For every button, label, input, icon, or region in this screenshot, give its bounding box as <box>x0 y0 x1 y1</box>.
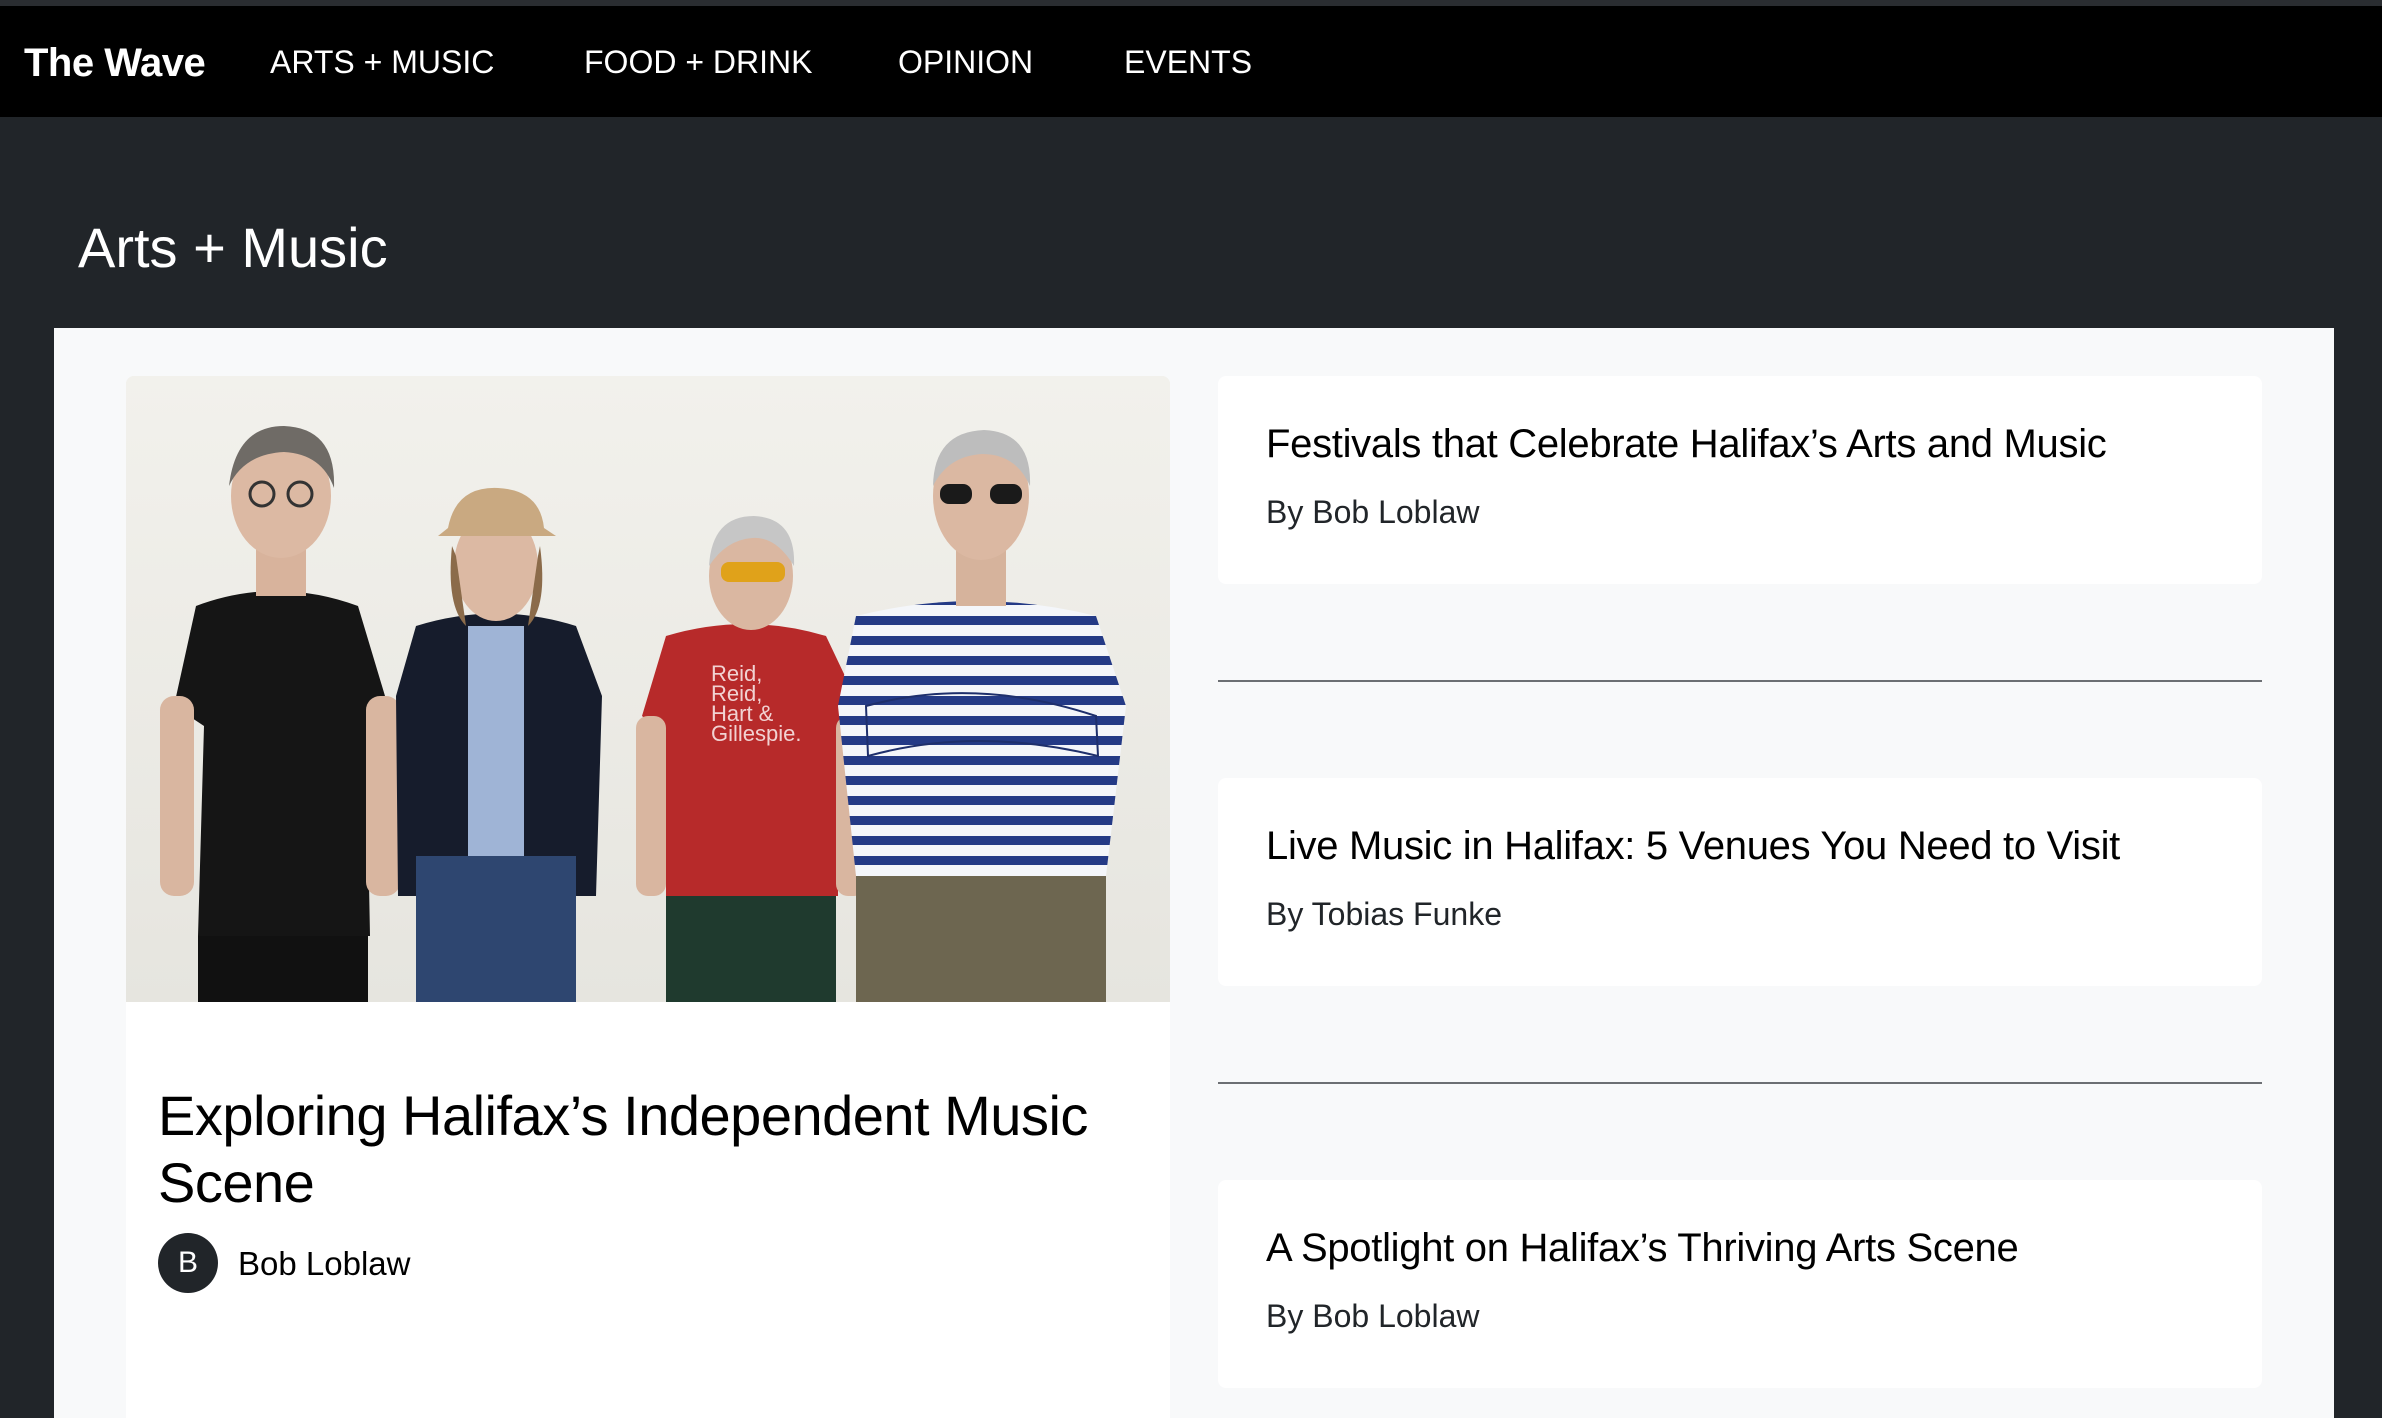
top-navbar: The Wave ARTS + MUSIC FOOD + DRINK OPINI… <box>0 6 2382 117</box>
nav-link-arts-music[interactable]: ARTS + MUSIC <box>270 42 494 82</box>
author-avatar: B <box>158 1233 218 1293</box>
shirt-text-4: Gillespie. <box>711 721 801 746</box>
story-title-2[interactable]: Live Music in Halifax: 5 Venues You Need… <box>1266 822 2226 870</box>
feature-article-card[interactable]: Reid, Reid, Hart & Gillespie. Exploring … <box>126 376 1170 1418</box>
nav-link-events[interactable]: EVENTS <box>1124 42 1252 82</box>
band-photo-illustration: Reid, Reid, Hart & Gillespie. <box>126 376 1170 1002</box>
story-byline-1: By Bob Loblaw <box>1266 494 1480 530</box>
story-card-3[interactable]: A Spotlight on Halifax’s Thriving Arts S… <box>1218 1180 2262 1388</box>
story-byline-3: By Bob Loblaw <box>1266 1298 1480 1334</box>
feature-photo[interactable]: Reid, Reid, Hart & Gillespie. <box>126 376 1170 1002</box>
story-byline-2: By Tobias Funke <box>1266 896 1502 932</box>
story-divider-2 <box>1218 1082 2262 1084</box>
nav-link-opinion[interactable]: OPINION <box>898 42 1033 82</box>
story-divider-1 <box>1218 680 2262 682</box>
nav-link-food-drink[interactable]: FOOD + DRINK <box>584 42 812 82</box>
feature-article-title[interactable]: Exploring Halifax’s Independent Music Sc… <box>158 1082 1138 1216</box>
articles-panel: Reid, Reid, Hart & Gillespie. Exploring … <box>54 328 2334 1418</box>
story-card-1[interactable]: Festivals that Celebrate Halifax’s Arts … <box>1218 376 2262 584</box>
story-title-1[interactable]: Festivals that Celebrate Halifax’s Arts … <box>1266 420 2226 468</box>
story-title-3[interactable]: A Spotlight on Halifax’s Thriving Arts S… <box>1266 1224 2226 1272</box>
page-title: Arts + Music <box>78 216 388 279</box>
feature-author-name[interactable]: Bob Loblaw <box>238 1246 410 1282</box>
story-card-2[interactable]: Live Music in Halifax: 5 Venues You Need… <box>1218 778 2262 986</box>
brand-logo-link[interactable]: The Wave <box>24 40 206 86</box>
